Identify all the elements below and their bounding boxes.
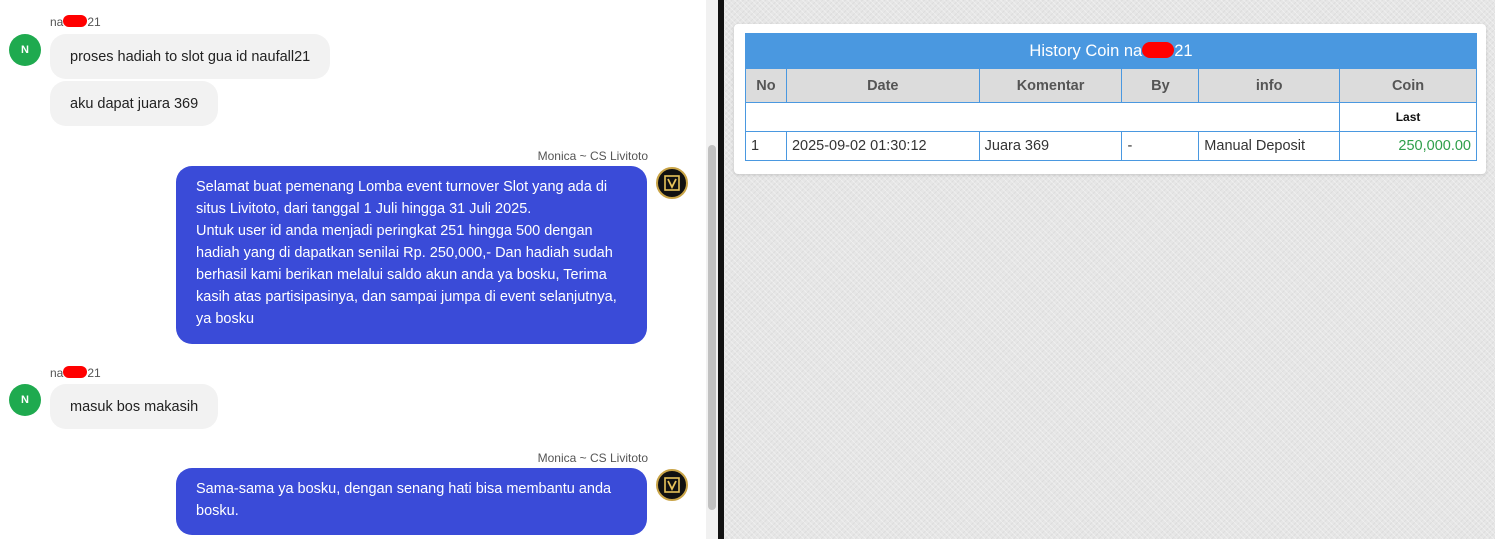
scrollbar-thumb[interactable] xyxy=(708,145,716,510)
avatar-letter: N xyxy=(21,44,29,56)
livitoto-logo-icon xyxy=(656,167,688,199)
message-line: Untuk user id anda menjadi peringkat 251… xyxy=(196,223,593,239)
column-header-komentar: Komentar xyxy=(978,68,1123,103)
table-row: 1 2025-09-02 01:30:12 Juara 369 - Manual… xyxy=(745,131,1477,161)
history-card: History Coin na 21 No Date Komentar By in… xyxy=(734,24,1486,174)
message-line: hadiah yang di dapatkan senilai Rp. 250,… xyxy=(196,245,613,261)
redaction-mark xyxy=(63,15,88,27)
message-line: ya bosku xyxy=(196,311,255,327)
message-text: aku dapat juara 369 xyxy=(70,95,199,112)
message-bubble-incoming: masuk bos makasih xyxy=(50,384,219,429)
last-balance-row: Last xyxy=(744,102,1477,132)
message-bubble-outgoing: Selamat buat pemenang Lomba event turnov… xyxy=(176,166,647,344)
cell-coin: 250,000.00 xyxy=(1339,131,1477,161)
sender-name: na 21 xyxy=(50,15,101,29)
message-bubble-incoming: proses hadiah to slot gua id naufall21 xyxy=(50,34,331,79)
message-line: Selamat buat pemenang Lomba event turnov… xyxy=(196,179,608,195)
livitoto-logo-icon xyxy=(664,477,680,493)
last-label: Last xyxy=(1339,102,1477,132)
column-header-date: Date xyxy=(785,68,980,103)
column-header-coin: Coin xyxy=(1339,68,1477,103)
cell-date: 2025-09-02 01:30:12 xyxy=(785,131,980,161)
message-line: kasih atas partisipasinya, dan sampai ju… xyxy=(196,289,617,305)
agent-name: Monica ~ CS Livitoto xyxy=(537,149,648,163)
message-line: bosku. xyxy=(196,503,239,519)
message-text: proses hadiah to slot gua id naufall21 xyxy=(70,48,311,65)
cell-komentar: Juara 369 xyxy=(978,131,1123,161)
message-line: berhasil kami berikan melalui saldo akun… xyxy=(196,267,607,283)
column-header-no: No xyxy=(745,68,787,103)
history-pane: History Coin na 21 No Date Komentar By in… xyxy=(724,0,1495,539)
history-title: History Coin na 21 xyxy=(745,33,1477,69)
column-header-info: info xyxy=(1198,68,1341,103)
avatar-letter: N xyxy=(21,394,29,406)
history-coin-table: History Coin na 21 No Date Komentar By in… xyxy=(744,33,1477,161)
message-bubble-outgoing: Sama-sama ya bosku, dengan senang hati b… xyxy=(176,468,647,535)
message-line: Sama-sama ya bosku, dengan senang hati b… xyxy=(196,481,612,497)
user-avatar: N xyxy=(9,34,41,66)
user-avatar: N xyxy=(9,384,41,416)
cell-info: Manual Deposit xyxy=(1198,131,1341,161)
message-line: situs Livitoto, dari tanggal 1 Juli hing… xyxy=(196,201,532,217)
redaction-mark xyxy=(1142,41,1175,58)
agent-name: Monica ~ CS Livitoto xyxy=(537,451,648,465)
cell-no: 1 xyxy=(745,131,787,161)
livitoto-logo-icon xyxy=(656,469,688,501)
message-text: masuk bos makasih xyxy=(70,398,199,415)
chat-scrollbar[interactable] xyxy=(706,0,718,539)
redaction-mark xyxy=(63,366,88,378)
column-header-by: By xyxy=(1121,68,1200,103)
message-bubble-incoming: aku dapat juara 369 xyxy=(50,81,219,126)
livitoto-logo-icon xyxy=(664,175,680,191)
last-row-spacer xyxy=(744,102,1341,132)
chat-pane: na 21 N proses hadiah to slot gua id nauf… xyxy=(0,0,718,539)
sender-name: na 21 xyxy=(50,366,101,380)
cell-by: - xyxy=(1121,131,1200,161)
